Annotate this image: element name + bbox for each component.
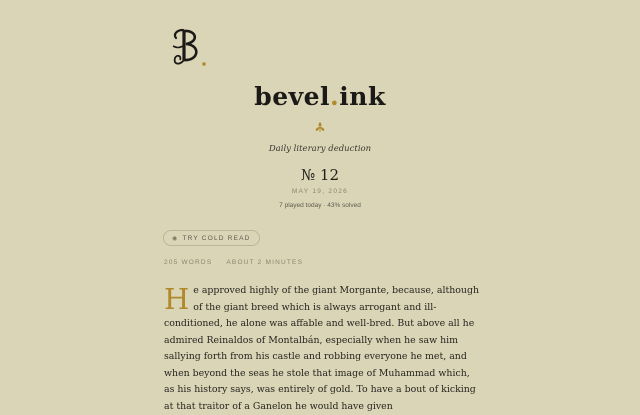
fleuron-icon — [315, 122, 325, 132]
site-title-dot: . — [330, 82, 340, 111]
play-stats: 7 played today · 43% solved — [279, 202, 361, 209]
try-cold-read-label: TRY COLD READ — [182, 234, 251, 242]
passage-text: e approved highly of the giant Morgante,… — [164, 285, 480, 412]
site-title[interactable]: bevel.ink — [0, 82, 640, 111]
site-title-prefix: bevel — [254, 82, 331, 111]
tagline: Daily literary deduction — [268, 144, 372, 154]
site-title-suffix: ink — [339, 82, 386, 111]
drop-cap: H — [164, 282, 190, 316]
reading-time: ABOUT 2 MINUTES — [226, 259, 304, 266]
article-passage: H e approved highly of the giant Morgant… — [164, 283, 480, 415]
reading-meta: 205 WORDS ABOUT 2 MINUTES — [164, 259, 303, 266]
word-count: 205 WORDS — [164, 259, 213, 266]
puzzle-date: MAY 19, 2026 — [291, 188, 349, 195]
try-cold-read-button[interactable]: ◉ TRY COLD READ — [163, 230, 260, 246]
eye-icon: ◉ — [172, 235, 179, 242]
issue-number: № 12 — [300, 166, 340, 184]
bevel-logo-icon[interactable] — [169, 26, 209, 70]
